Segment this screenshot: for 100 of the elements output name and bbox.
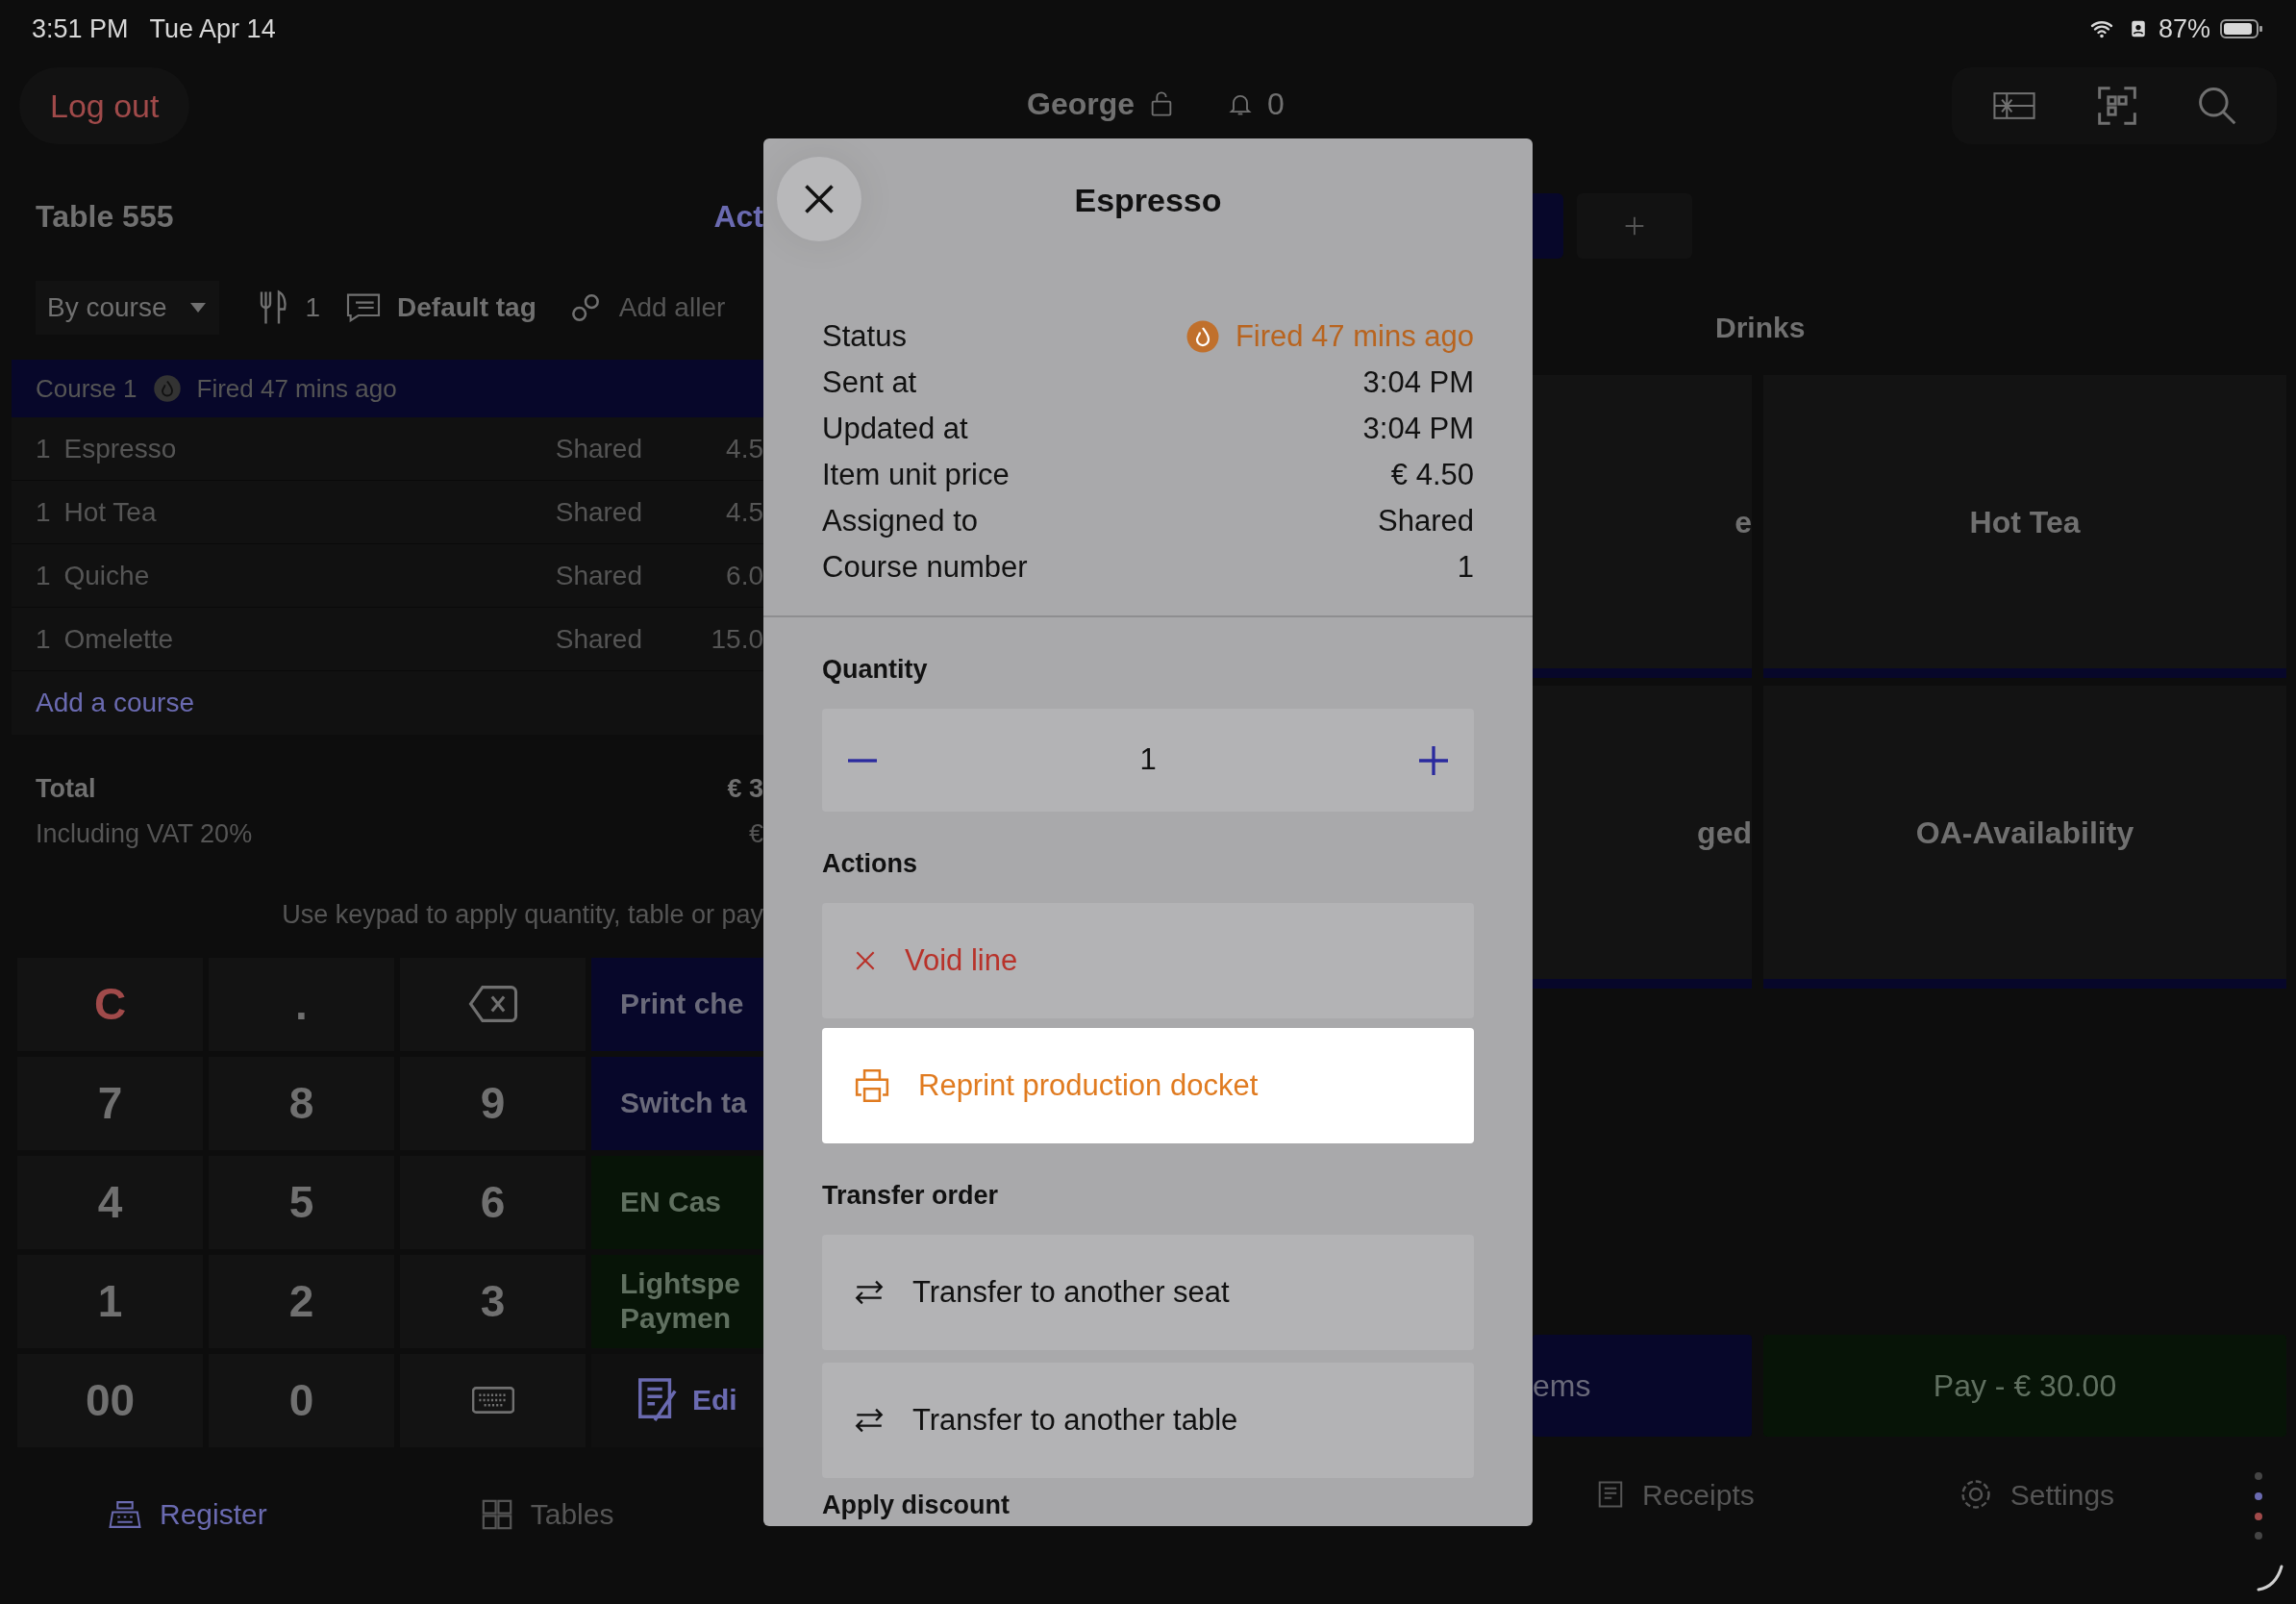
product-tile[interactable]: Hot Tea bbox=[1763, 375, 2286, 678]
detail-label: Course number bbox=[822, 548, 1028, 586]
total-label: Total bbox=[36, 773, 96, 805]
line-assigned: Shared bbox=[555, 622, 643, 656]
action-row[interactable]: Reprint production docket bbox=[822, 1028, 1474, 1143]
keypad-key[interactable]: 4 bbox=[17, 1155, 203, 1249]
dialog-title: Espresso bbox=[1074, 180, 1222, 220]
search-icon[interactable] bbox=[2196, 85, 2238, 127]
line-assigned: Shared bbox=[555, 559, 643, 592]
line-name: Omelette bbox=[63, 622, 175, 656]
detail-label: Updated at bbox=[822, 410, 968, 447]
course-label: Course 1 bbox=[36, 372, 137, 405]
total-value: € 3 bbox=[727, 773, 763, 805]
section-label: Apply discount bbox=[822, 1489, 1010, 1521]
clear-key[interactable]: C bbox=[17, 957, 203, 1051]
detail-label: Assigned to bbox=[822, 502, 978, 539]
detail-value: Shared bbox=[1378, 502, 1474, 539]
nav-tab[interactable]: Settings bbox=[1958, 1472, 2115, 1516]
keypad-key[interactable]: 3 bbox=[400, 1254, 586, 1348]
flame-icon bbox=[152, 374, 182, 403]
pay-button[interactable]: Pay - € 30.00 bbox=[1763, 1335, 2286, 1437]
status-time: 3:51 PM bbox=[32, 13, 129, 45]
line-price: 4.5 bbox=[725, 432, 763, 465]
keypad-key[interactable]: 00 bbox=[17, 1353, 203, 1447]
section-title: Drinks bbox=[1715, 310, 1806, 345]
add-course-link[interactable]: Add a course bbox=[36, 683, 194, 723]
keypad-key[interactable]: 1 bbox=[17, 1254, 203, 1348]
course-status: Fired 47 mins ago bbox=[196, 372, 397, 405]
flame-icon bbox=[1185, 319, 1220, 354]
line-assigned: Shared bbox=[555, 495, 643, 529]
keypad-key[interactable]: 9 bbox=[400, 1056, 586, 1150]
page-dots-icon bbox=[2254, 1471, 2263, 1541]
detail-label: Status bbox=[822, 317, 907, 355]
nav-tab[interactable]: Receipts bbox=[1596, 1472, 1755, 1516]
action-button[interactable]: EN Cas bbox=[591, 1155, 763, 1249]
product-tile[interactable]: OA-Availability bbox=[1763, 686, 2286, 989]
action-row[interactable]: Transfer to another seat bbox=[822, 1235, 1474, 1350]
line-quantity: 1 bbox=[36, 495, 52, 529]
action-row[interactable]: Void line bbox=[822, 903, 1474, 1018]
keypad-key[interactable]: 5 bbox=[209, 1155, 394, 1249]
section-label: Quantity bbox=[822, 653, 928, 686]
logout-button[interactable]: Log out bbox=[19, 67, 190, 144]
line-quantity: 1 bbox=[36, 559, 52, 592]
action-button[interactable]: Lightspe Paymen bbox=[591, 1254, 763, 1348]
vat-label: Including VAT 20% bbox=[36, 817, 253, 850]
product-tile[interactable]: ged bbox=[1533, 686, 1752, 989]
actions-link[interactable]: Act bbox=[713, 193, 763, 239]
quantity-stepper[interactable]: 1 bbox=[822, 709, 1474, 812]
keyboard-icon bbox=[471, 1387, 514, 1414]
order-title: Table 555 bbox=[36, 198, 174, 236]
keypad-key[interactable]: 8 bbox=[209, 1056, 394, 1150]
line-quantity: 1 bbox=[36, 432, 52, 465]
battery-percentage: 87% bbox=[2158, 13, 2210, 45]
detail-value: 3:04 PM bbox=[1362, 363, 1474, 401]
keypad-hint: Use keypad to apply quantity, table or pay bbox=[282, 899, 763, 931]
product-tile[interactable]: e bbox=[1533, 375, 1752, 678]
course-header[interactable]: Course 1 Fired 47 mins ago bbox=[12, 360, 763, 417]
backspace-icon bbox=[467, 985, 518, 1023]
detail-label: Sent at bbox=[822, 363, 917, 401]
line-name: Quiche bbox=[63, 559, 151, 592]
battery-icon bbox=[2220, 17, 2264, 40]
vat-value: € bbox=[748, 817, 763, 850]
keypad-key[interactable]: 6 bbox=[400, 1155, 586, 1249]
action-row[interactable]: Transfer to another table bbox=[822, 1363, 1474, 1478]
keypad-key[interactable]: 7 bbox=[17, 1056, 203, 1150]
detail-value: 3:04 PM bbox=[1362, 410, 1474, 447]
grouping-dropdown[interactable]: By course bbox=[36, 281, 219, 335]
line-assigned: Shared bbox=[555, 432, 643, 465]
default-tag[interactable]: Default tag bbox=[397, 288, 537, 328]
printer-icon bbox=[853, 1067, 891, 1104]
line-name: Hot Tea bbox=[63, 495, 158, 529]
add-allergens-button[interactable]: Add aller bbox=[618, 288, 726, 328]
detail-label: Item unit price bbox=[822, 456, 1010, 493]
status-value: Fired 47 mins ago bbox=[1235, 317, 1474, 355]
action-button[interactable]: Switch ta bbox=[591, 1056, 763, 1150]
section-label: Actions bbox=[822, 847, 917, 880]
nav-tab[interactable]: Register bbox=[108, 1492, 267, 1536]
line-price: 4.5 bbox=[725, 495, 763, 529]
backspace-key[interactable] bbox=[400, 957, 586, 1051]
line-name: Espresso bbox=[63, 432, 178, 465]
detail-value: 1 bbox=[1457, 548, 1474, 586]
keypad-key[interactable]: 0 bbox=[209, 1353, 394, 1447]
action-button[interactable]: ems bbox=[1533, 1335, 1752, 1437]
edit-label: Edi bbox=[692, 1383, 737, 1417]
keypad-key[interactable]: 2 bbox=[209, 1254, 394, 1348]
line-quantity: 1 bbox=[36, 622, 52, 656]
detail-value: € 4.50 bbox=[1390, 456, 1474, 493]
qr-scan-icon[interactable] bbox=[2096, 85, 2138, 127]
section-label: Transfer order bbox=[822, 1179, 999, 1212]
keyboard-key[interactable] bbox=[400, 1353, 586, 1447]
action-button[interactable]: Print che bbox=[591, 957, 763, 1051]
tables-icon bbox=[480, 1497, 513, 1531]
notification-count: 0 bbox=[1267, 86, 1285, 123]
nav-tab[interactable]: Tables bbox=[480, 1492, 614, 1536]
caret-icon bbox=[187, 301, 208, 314]
tag-icon bbox=[345, 292, 383, 323]
status-date: Tue Apr 14 bbox=[149, 13, 276, 45]
keypad-key[interactable]: . bbox=[209, 957, 394, 1051]
user-name: George bbox=[1027, 86, 1136, 123]
line-price: 15.0 bbox=[710, 622, 763, 656]
